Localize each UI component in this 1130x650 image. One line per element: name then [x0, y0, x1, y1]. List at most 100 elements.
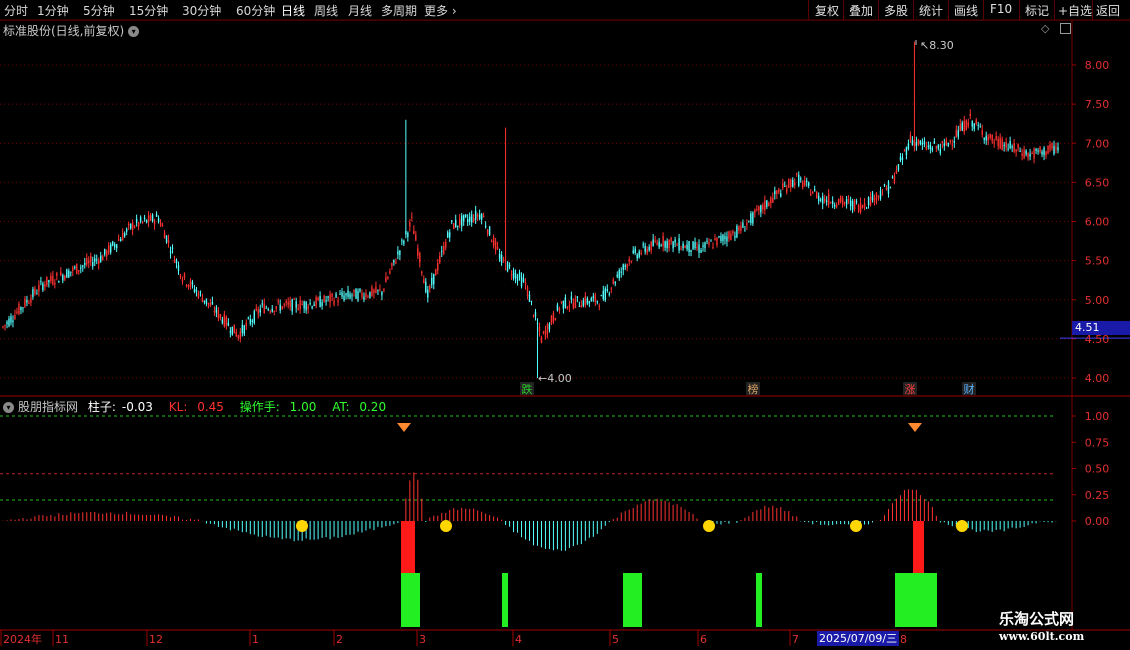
candle-body: [790, 179, 792, 187]
candle-body: [991, 135, 993, 142]
candle-body: [1033, 148, 1035, 159]
candle-body: [756, 208, 758, 210]
candle-body: [145, 219, 148, 223]
candle-body: [740, 226, 742, 232]
candle-body: [544, 330, 547, 338]
candle-body: [171, 247, 174, 249]
candle-body: [245, 322, 248, 326]
candle-body: [106, 250, 108, 257]
candle-body: [94, 258, 96, 262]
candle-body: [813, 189, 816, 191]
candle-body: [135, 218, 138, 223]
candle-body: [343, 295, 345, 301]
candle-body: [606, 289, 608, 292]
candle-body: [881, 194, 884, 196]
candle-body: [943, 143, 946, 147]
diamond-icon[interactable]: ◇: [1041, 22, 1049, 35]
candle-body: [462, 214, 465, 222]
candle-body: [229, 331, 232, 333]
candle-body: [317, 297, 319, 301]
candle-body: [568, 305, 571, 307]
candle-body: [640, 252, 642, 254]
time-axis-label: 1: [252, 633, 259, 646]
candle-body: [78, 270, 80, 272]
candle-body: [750, 213, 752, 224]
candle-body: [786, 188, 788, 193]
smiley-icon: [296, 520, 308, 532]
candle-body: [658, 241, 660, 248]
candle-body: [249, 319, 251, 324]
kline-chart: 8.007.507.006.506.005.505.004.504.001.00…: [0, 19, 1130, 646]
candle-body: [841, 198, 844, 205]
candle-body: [486, 229, 489, 234]
candle-body: [267, 308, 269, 311]
candle-body: [333, 300, 335, 305]
smiley-icon: [703, 520, 715, 532]
candle-body: [957, 130, 959, 137]
candle-body: [774, 190, 776, 195]
candle-body: [570, 296, 573, 300]
candle-body: [1053, 145, 1055, 155]
candle-body: [464, 214, 467, 217]
candle-body: [576, 296, 579, 298]
time-axis-label: 4: [515, 633, 522, 646]
candle-body: [40, 280, 42, 282]
candle-body: [670, 237, 672, 242]
candle-body: [391, 262, 393, 267]
candle-body: [652, 239, 654, 246]
candle-body: [58, 280, 60, 283]
candle-body: [853, 199, 856, 210]
candle-body: [614, 281, 616, 284]
candle-body: [102, 256, 104, 261]
chevron-down-icon[interactable]: ▾: [3, 402, 14, 413]
candle-body: [1019, 150, 1021, 152]
candle-body: [758, 206, 760, 211]
candle-body: [472, 218, 475, 222]
candle-body: [70, 271, 72, 273]
window-toggle-icon[interactable]: [1060, 23, 1071, 34]
candle-body: [929, 144, 932, 149]
candle-body: [241, 324, 244, 333]
candle-body: [861, 205, 864, 208]
candle-body: [289, 300, 291, 307]
candle-body: [819, 199, 822, 201]
candle-body: [435, 269, 437, 276]
sell-signal-block: [913, 521, 924, 573]
candle-body: [397, 251, 399, 255]
candle-body: [449, 232, 451, 238]
candle-body: [271, 308, 273, 312]
candle-body: [127, 223, 130, 225]
indicator-tick-label: 0.25: [1085, 489, 1110, 502]
candle-body: [788, 179, 790, 188]
candle-body: [345, 293, 347, 296]
operation-signal-block: [756, 573, 762, 627]
candle-body: [28, 302, 30, 304]
candle-body: [650, 241, 652, 251]
candle-body: [1031, 153, 1033, 155]
indicator-tick-label: 0.50: [1085, 463, 1110, 476]
candle-body: [802, 181, 804, 188]
event-tag-label: 跌: [522, 382, 533, 396]
candle-body: [1007, 148, 1009, 150]
operation-signal-block: [623, 573, 642, 627]
candle-body: [247, 317, 250, 319]
candle-body: [905, 147, 908, 155]
candle-body: [153, 220, 156, 225]
candle-body: [474, 210, 477, 220]
candle-body: [269, 311, 271, 313]
candle-body: [361, 292, 363, 297]
candle-body: [195, 289, 198, 292]
candle-body: [329, 294, 331, 303]
candle-body: [648, 246, 650, 251]
candle-body: [1015, 149, 1017, 152]
candle-body: [183, 272, 186, 279]
candle-body: [169, 251, 172, 254]
time-axis-label: 7: [792, 633, 799, 646]
candle-body: [237, 335, 240, 339]
candle-body: [1021, 153, 1023, 156]
candle-body: [688, 241, 690, 253]
candle-body: [620, 271, 622, 273]
candle-body: [179, 274, 182, 278]
candle-body: [177, 265, 180, 271]
candle-body: [371, 287, 373, 296]
